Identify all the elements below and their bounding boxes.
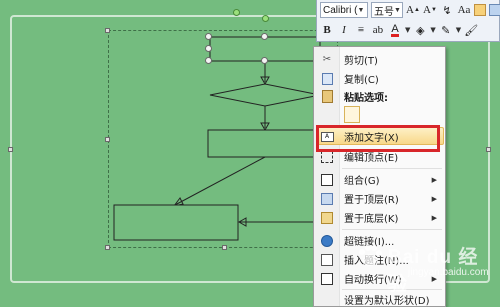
chevron-down-icon[interactable]: ▼ <box>456 26 461 34</box>
chevron-down-icon[interactable]: ▼ <box>357 7 364 14</box>
flowchart-end-box[interactable] <box>113 204 239 241</box>
group-handle[interactable] <box>105 28 110 33</box>
group-handle[interactable] <box>222 245 227 250</box>
menu-item-copy[interactable]: 复制(C) <box>314 69 445 88</box>
bring-to-front-icon <box>320 192 334 206</box>
menu-item-send-to-back[interactable]: 置于底层(K) ▶ <box>314 208 445 227</box>
change-case-icon[interactable]: Aa <box>457 2 471 18</box>
paw-logo-icon <box>359 245 382 266</box>
menu-separator <box>342 229 442 230</box>
scissors-icon: ✂ <box>322 54 332 65</box>
group-icon <box>320 173 334 187</box>
bold-button[interactable]: B <box>320 22 334 38</box>
paste-icon <box>320 90 334 104</box>
insert-caption-icon <box>320 253 334 267</box>
canvas-handle[interactable] <box>8 147 13 152</box>
submenu-arrow-icon: ▶ <box>431 213 437 222</box>
menu-item-label: 置于顶层(R) <box>344 195 399 206</box>
copy-icon <box>320 72 334 86</box>
chevron-down-icon[interactable]: ▼ <box>430 26 435 34</box>
paste-keep-format-icon[interactable] <box>344 106 360 123</box>
group-handle[interactable] <box>105 245 110 250</box>
chevron-down-icon[interactable]: ▼ <box>394 7 401 14</box>
shrink-font-icon[interactable]: A ▼ <box>423 2 437 18</box>
font-size-box[interactable]: 五号 ▼ <box>371 2 403 18</box>
chevron-down-icon[interactable]: ▼ <box>405 26 410 34</box>
resize-handle[interactable] <box>261 57 268 64</box>
group-handle[interactable] <box>105 137 110 142</box>
grow-font-icon[interactable]: A ▲ <box>406 2 420 18</box>
flowchart-decision-diamond[interactable] <box>209 83 321 107</box>
text-wrap-icon <box>320 272 334 286</box>
menu-item-paste-options: 粘贴选项: <box>314 87 445 106</box>
resize-handle[interactable] <box>205 45 212 52</box>
highlight-icon[interactable]: ab <box>371 22 385 38</box>
resize-handle[interactable] <box>261 33 268 40</box>
rotation-handle[interactable] <box>262 15 269 22</box>
send-to-back-icon <box>320 211 334 225</box>
mini-toolbar-row-font: Calibri ( ▼ 五号 ▼ A ▲ A ▼ ↯ Aa <box>317 0 500 20</box>
flowchart-process-box[interactable] <box>207 129 324 158</box>
font-size-value: 五号 <box>374 6 394 18</box>
connector-arrow[interactable] <box>174 156 266 206</box>
menu-item-group[interactable]: 组合(G) ▶ <box>314 170 445 189</box>
annotation-highlight-box <box>316 125 440 152</box>
canvas-handle[interactable] <box>486 147 491 152</box>
menu-item-label: 粘贴选项: <box>344 93 388 104</box>
resize-handle[interactable] <box>205 33 212 40</box>
format-painter-icon[interactable] <box>474 4 486 16</box>
styles-icon[interactable] <box>489 4 500 16</box>
menu-item-bring-to-front[interactable]: 置于顶层(R) ▶ <box>314 189 445 208</box>
italic-button[interactable]: I <box>337 22 351 38</box>
hyperlink-icon <box>320 234 334 248</box>
clear-format-icon[interactable]: ↯ <box>440 2 454 18</box>
menu-item-label: 剪切(T) <box>344 56 378 67</box>
mini-toolbar-row-format: B I ≡ ab A ▼ ◈ ▼ ✎ ▼ 🖌 <box>317 20 478 40</box>
format-painter-brush-icon[interactable]: 🖌 <box>464 22 478 38</box>
watermark-url: jingyan.baidu.com <box>408 267 489 278</box>
menu-item-label: 复制(C) <box>344 75 379 86</box>
font-name-box[interactable]: Calibri ( ▼ <box>320 2 368 18</box>
rotation-handle[interactable] <box>233 9 240 16</box>
shape-fill-icon[interactable]: ◈ <box>413 22 427 38</box>
align-center-icon[interactable]: ≡ <box>354 22 368 38</box>
resize-handle[interactable] <box>205 57 212 64</box>
font-color-label: A <box>391 22 399 37</box>
submenu-arrow-icon: ▶ <box>431 175 437 184</box>
font-color-button[interactable]: A <box>388 22 402 38</box>
font-name-value: Calibri ( <box>323 4 358 16</box>
shape-outline-icon[interactable]: ✎ <box>439 22 453 38</box>
mini-toolbar: Calibri ( ▼ 五号 ▼ A ▲ A ▼ ↯ Aa B I ≡ ab A ▼… <box>316 0 500 42</box>
submenu-arrow-icon: ▶ <box>431 194 437 203</box>
menu-item-label: 置于底层(K) <box>344 214 399 225</box>
baidu-jingyan-watermark: Bai du 经验 jingyan.baidu.com <box>348 240 498 295</box>
menu-item-label: 组合(G) <box>344 176 380 187</box>
menu-separator <box>342 168 442 169</box>
menu-item-cut[interactable]: ✂ 剪切(T) <box>314 50 445 69</box>
